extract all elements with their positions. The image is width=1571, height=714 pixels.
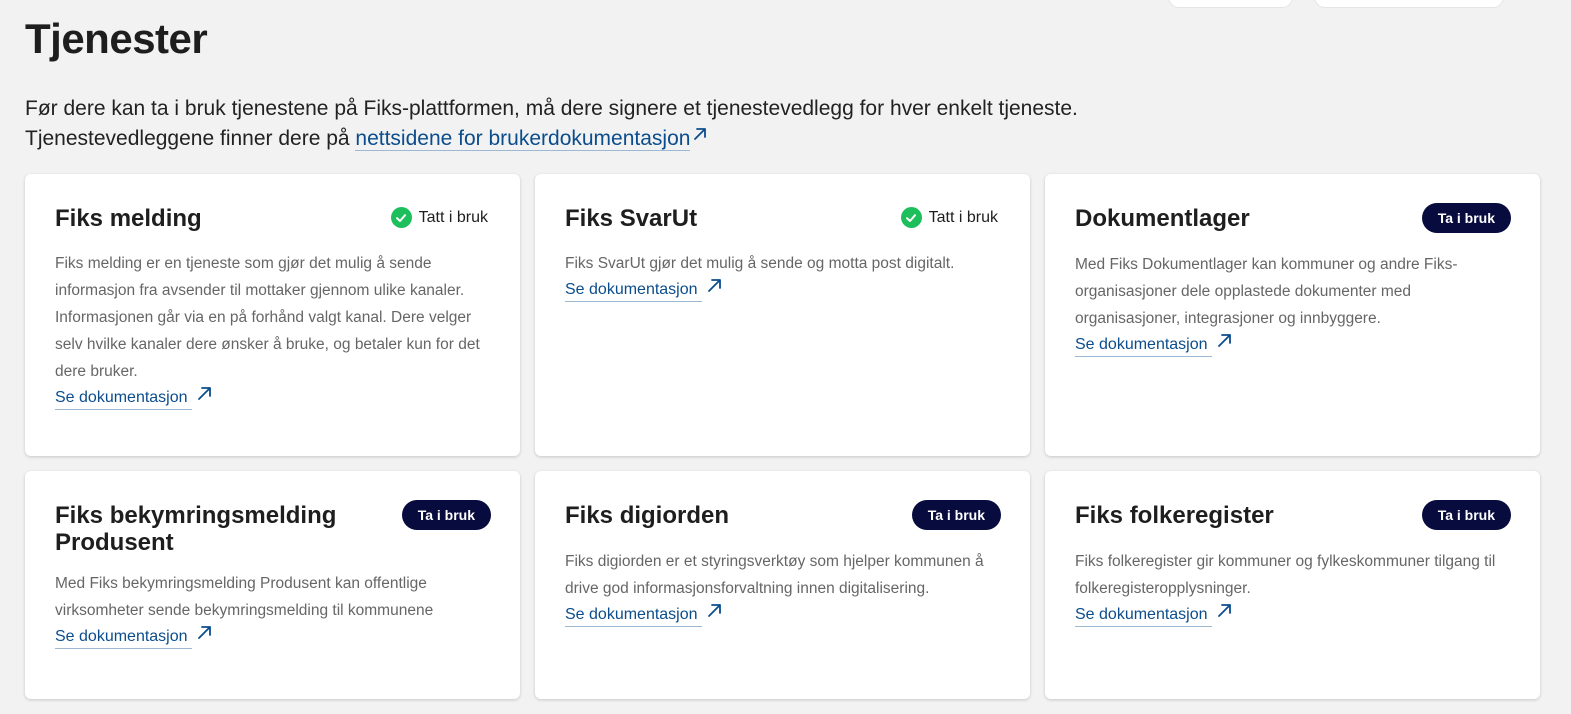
documentation-link[interactable]: Se dokumentasjon [1075, 334, 1235, 357]
status-label: Tatt i bruk [418, 208, 488, 226]
documentation-link[interactable]: Se dokumentasjon [565, 604, 725, 627]
external-link-icon [707, 279, 721, 292]
user-docs-link[interactable]: nettsidene for brukerdokumentasjon [355, 127, 691, 151]
status-in-use: Tatt i bruk [900, 207, 998, 228]
card-description: Fiks melding er en tjeneste som gjør det… [55, 255, 480, 380]
card-description: Fiks SvarUt gjør det mulig å sende og mo… [565, 255, 955, 272]
service-card-dokumentlager: Dokumentlager Ta i bruk Med Fiks Dokumen… [1045, 174, 1540, 456]
service-card-fiks-folkeregister: Fiks folkeregister Ta i bruk Fiks folker… [1045, 471, 1540, 699]
services-page: Tjenester Før dere kan ta i bruk tjenest… [25, 0, 1540, 699]
documentation-link-label: Se dokumentasjon [55, 628, 192, 649]
card-title: Dokumentlager [1075, 205, 1250, 232]
take-into-use-button[interactable]: Ta i bruk [911, 500, 1001, 530]
documentation-link[interactable]: Se dokumentasjon [565, 279, 725, 302]
card-title: Fiks digiorden [565, 502, 730, 529]
card-description: Med Fiks Dokumentlager kan kommuner og a… [1075, 256, 1458, 327]
documentation-link-label: Se dokumentasjon [1075, 606, 1212, 627]
card-description: Med Fiks bekymringsmelding Produsent kan… [55, 575, 434, 619]
external-link-icon [1217, 604, 1231, 617]
check-circle-icon [390, 207, 412, 228]
external-link-icon [197, 387, 211, 400]
external-link-icon [694, 128, 707, 140]
take-into-use-button[interactable]: Ta i bruk [1421, 500, 1511, 530]
check-circle-icon [900, 207, 922, 228]
card-title: Fiks bekymringsmelding Produsent [55, 502, 337, 556]
take-into-use-button[interactable]: Ta i bruk [401, 500, 491, 530]
external-link-icon [1217, 334, 1231, 347]
intro-line-1: Før dere kan ta i bruk tjenestene på Fik… [25, 97, 1078, 120]
page-title: Tjenester [25, 15, 208, 62]
card-description: Fiks folkeregister gir kommuner og fylke… [1075, 553, 1496, 597]
external-link-icon [197, 626, 211, 639]
intro-text: Før dere kan ta i bruk tjenestene på Fik… [25, 94, 1539, 154]
documentation-link-label: Se dokumentasjon [565, 281, 702, 302]
intro-line-2: Tjenestevedleggene finner dere på nettsi… [25, 124, 1539, 154]
card-title: Fiks melding [55, 205, 202, 232]
service-card-fiks-svarut: Fiks SvarUt Tatt i bruk Fiks SvarUt gjør… [535, 174, 1030, 456]
take-into-use-button[interactable]: Ta i bruk [1421, 203, 1511, 233]
status-label: Tatt i bruk [928, 208, 998, 226]
external-link-icon [707, 604, 721, 617]
intro-line-2-prefix: Tjenestevedleggene finner dere på [25, 127, 356, 150]
card-description: Fiks digiorden er et styringsverktøy som… [565, 553, 984, 597]
card-title: Fiks folkeregister [1075, 502, 1274, 529]
documentation-link[interactable]: Se dokumentasjon [55, 626, 215, 649]
documentation-link-label: Se dokumentasjon [55, 389, 192, 410]
card-title: Fiks SvarUt [565, 205, 698, 232]
service-card-fiks-melding: Fiks melding Tatt i bruk Fiks melding er… [25, 174, 520, 456]
documentation-link[interactable]: Se dokumentasjon [1075, 604, 1235, 627]
services-grid: Fiks melding Tatt i bruk Fiks melding er… [25, 174, 1540, 699]
status-in-use: Tatt i bruk [390, 207, 488, 228]
service-card-fiks-digiorden: Fiks digiorden Ta i bruk Fiks digiorden … [535, 471, 1030, 699]
documentation-link-label: Se dokumentasjon [565, 606, 702, 627]
documentation-link-label: Se dokumentasjon [1075, 336, 1212, 357]
documentation-link[interactable]: Se dokumentasjon [55, 387, 215, 410]
service-card-fiks-bekymringsmelding: Fiks bekymringsmelding Produsent Ta i br… [25, 471, 520, 699]
